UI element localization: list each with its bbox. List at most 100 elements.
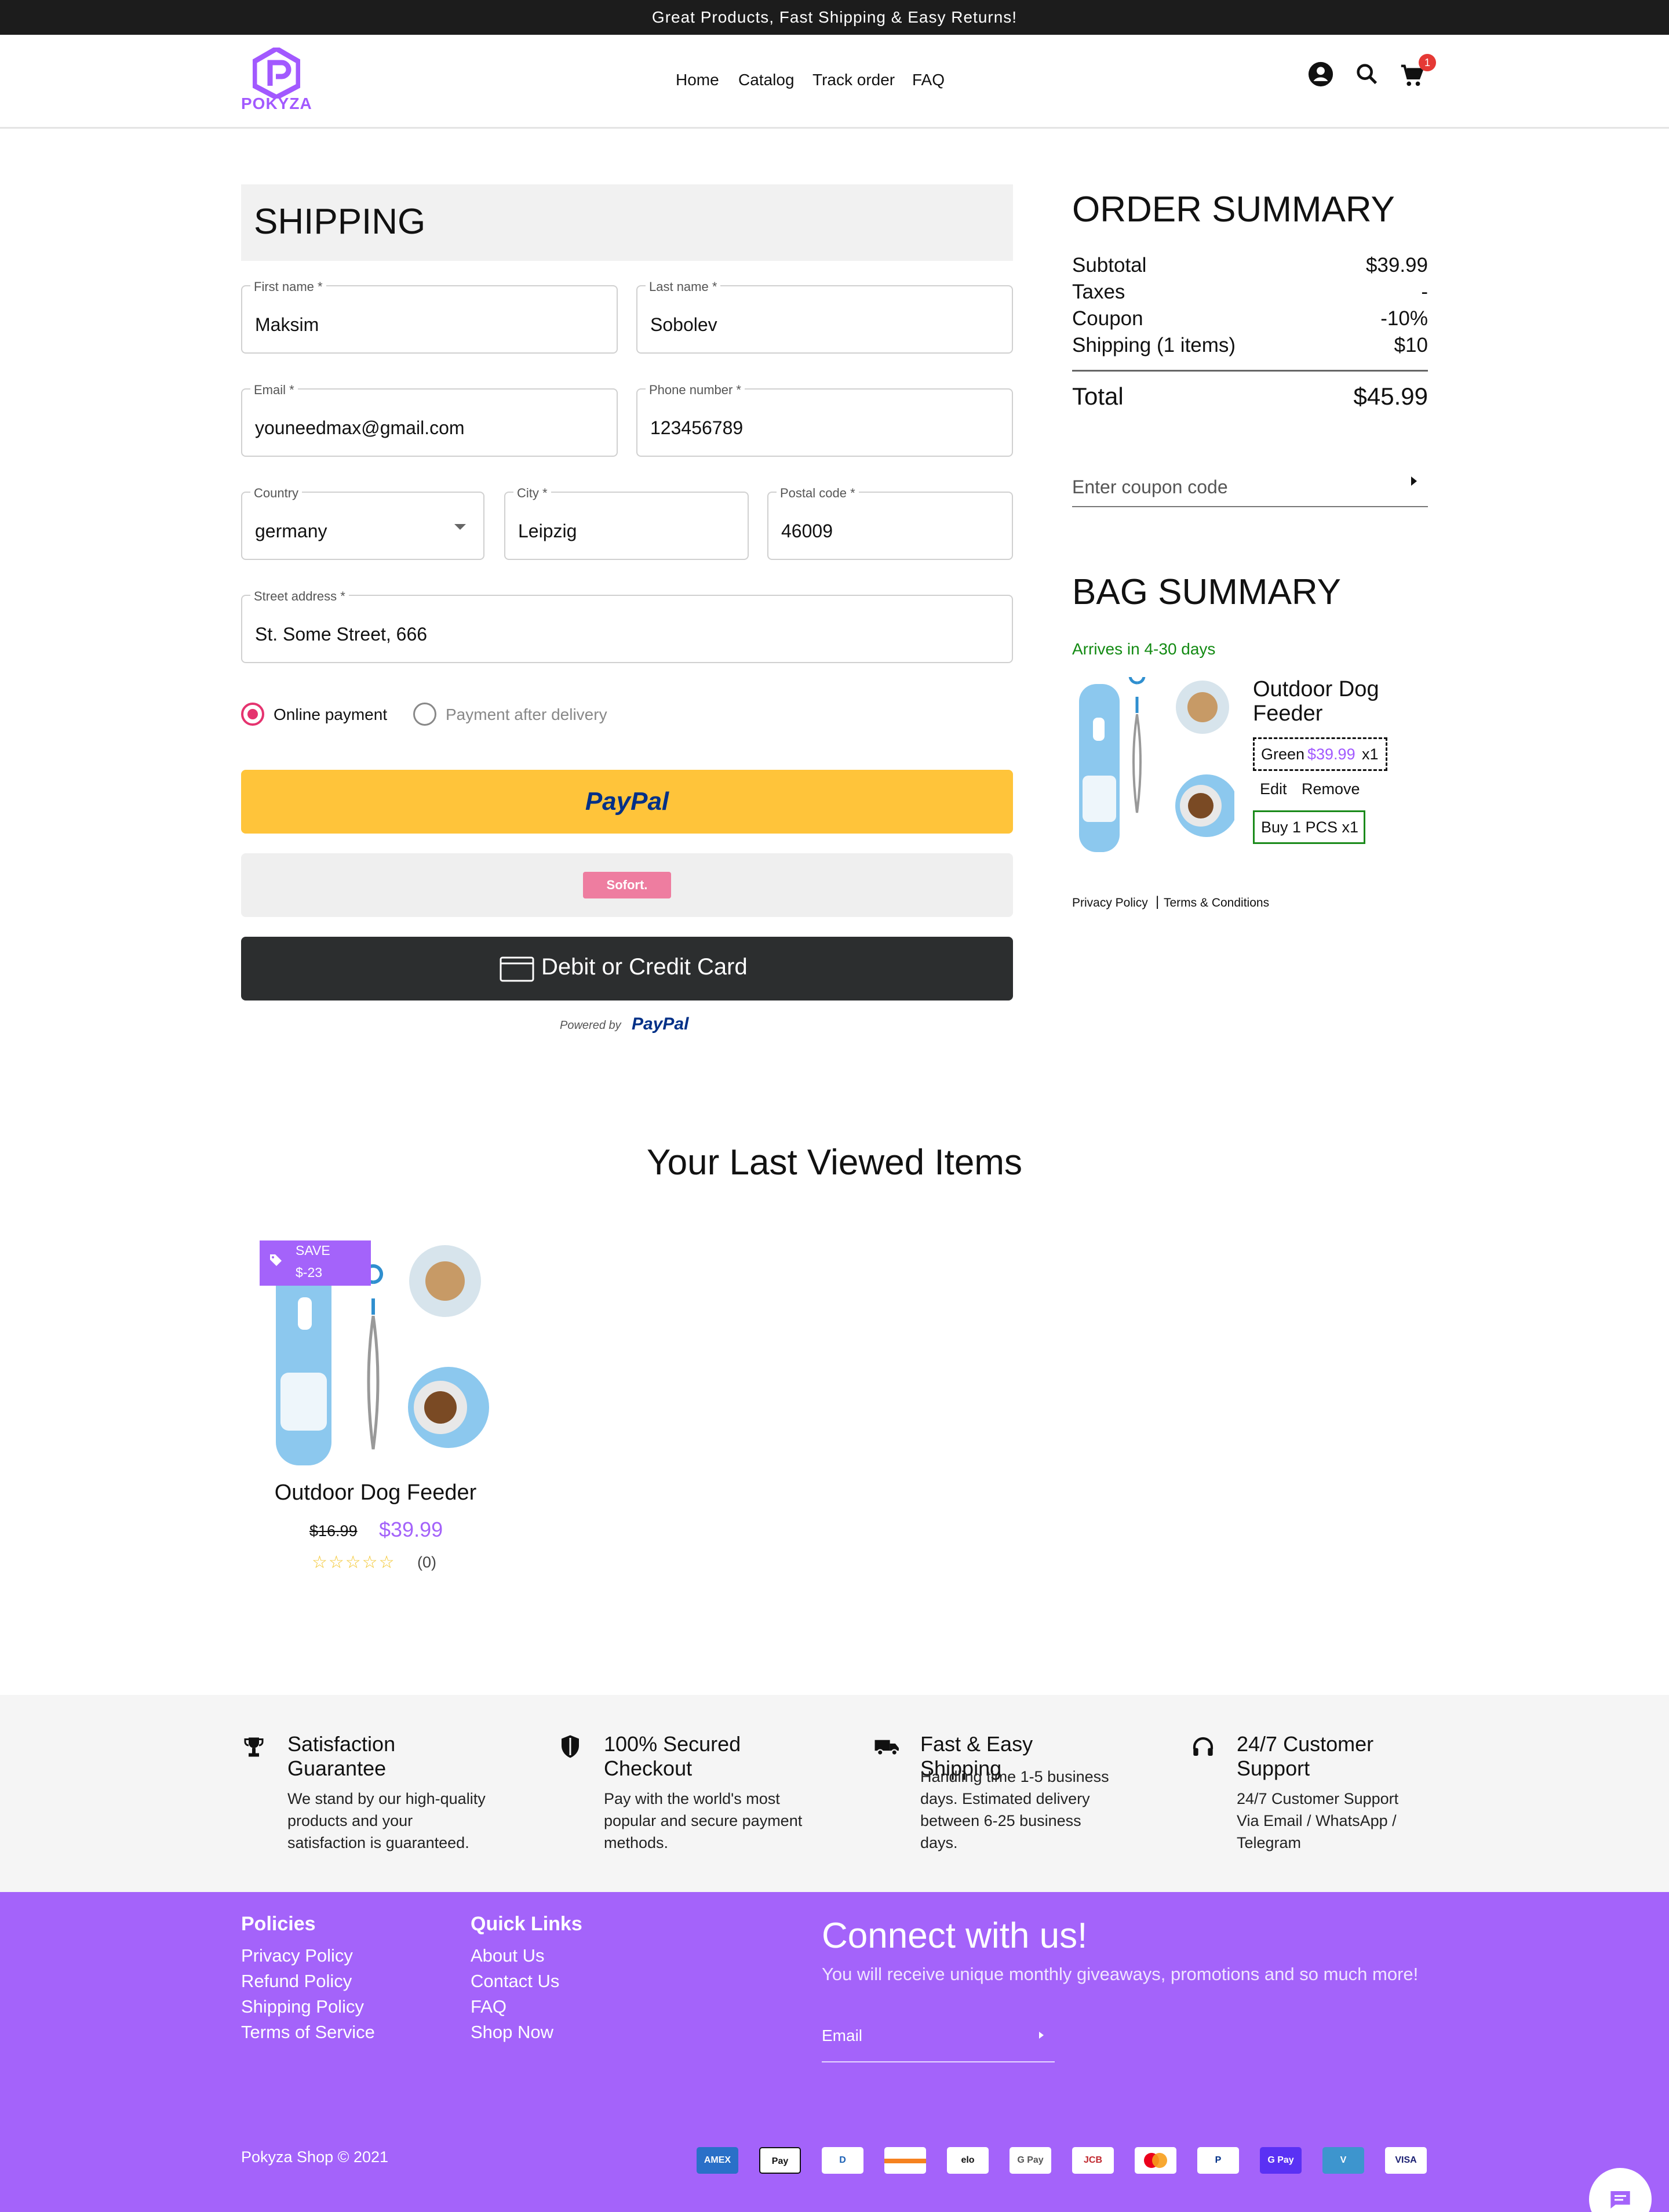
taxes-value: - xyxy=(1421,281,1428,303)
footer-faq-link[interactable]: FAQ xyxy=(471,1994,506,2020)
account-circle-icon[interactable] xyxy=(1307,61,1334,90)
newsletter-submit-arrow-icon[interactable] xyxy=(1037,2029,1045,2044)
venmo-icon: V xyxy=(1322,2147,1364,2174)
subtotal-label: Subtotal xyxy=(1072,254,1147,276)
online-payment-radio[interactable] xyxy=(241,703,264,726)
nav-track-order[interactable]: Track order xyxy=(812,71,895,89)
feature-secured-title: 100% Secured Checkout xyxy=(604,1732,741,1780)
amex-icon: AMEX xyxy=(697,2147,738,2174)
review-count: (0) xyxy=(417,1554,436,1571)
powered-by-text: Powered by xyxy=(560,1019,621,1032)
footer-privacy-policy-link[interactable]: Privacy Policy xyxy=(241,1943,353,1969)
street-address-value[interactable]: St. Some Street, 666 xyxy=(255,624,427,645)
announcement-bar: Great Products, Fast Shipping & Easy Ret… xyxy=(0,0,1669,35)
feature-secured-desc: Pay with the world's most popular and se… xyxy=(604,1790,803,1851)
bag-item-image[interactable] xyxy=(1072,667,1238,858)
google-pay-icon: G Pay xyxy=(1010,2147,1051,2174)
footer-refund-policy-link[interactable]: Refund Policy xyxy=(241,1969,352,1994)
coupon-underline xyxy=(1072,506,1428,507)
order-summary-title: ORDER SUMMARY xyxy=(1072,190,1395,230)
coupon-value: -10% xyxy=(1380,307,1428,330)
remove-item-link[interactable]: Remove xyxy=(1302,780,1360,798)
newsletter-underline xyxy=(822,2061,1055,2062)
bag-summary-title: BAG SUMMARY xyxy=(1072,572,1341,612)
policies-title: Policies xyxy=(241,1913,316,1935)
privacy-policy-link[interactable]: Privacy Policy xyxy=(1072,896,1148,910)
footer-terms-link[interactable]: Terms of Service xyxy=(241,2020,375,2045)
payment-after-delivery-label[interactable]: Payment after delivery xyxy=(446,705,607,724)
feature-support-desc: 24/7 Customer Support Via Email / WhatsA… xyxy=(1237,1790,1399,1851)
quick-links-title: Quick Links xyxy=(471,1913,582,1935)
footer-about-link[interactable]: About Us xyxy=(471,1943,545,1969)
jcb-icon: JCB xyxy=(1072,2147,1114,2174)
bundle-label: Buy 1 PCS x1 xyxy=(1261,818,1359,836)
visa-icon: VISA xyxy=(1385,2147,1427,2174)
elo-icon: elo xyxy=(947,2147,989,2174)
footer-contact-link[interactable]: Contact Us xyxy=(471,1969,559,1994)
sofort-logo: Sofort. xyxy=(583,872,671,898)
newsletter-email-input[interactable]: Email xyxy=(822,2027,862,2045)
paypal-icon: P xyxy=(1197,2147,1239,2174)
paypal-logo: PayPal xyxy=(585,787,669,816)
feature-shipping-desc: Handling time 1-5 business days. Estimat… xyxy=(920,1768,1109,1851)
nav-faq[interactable]: FAQ xyxy=(912,71,945,89)
arrives-text: Arrives in 4-30 days xyxy=(1072,640,1216,658)
postal-code-value[interactable]: 46009 xyxy=(781,521,833,542)
mastercard-icon xyxy=(1135,2147,1176,2174)
logo-text: POKYZA xyxy=(241,94,312,112)
product-old-price: $16.99 xyxy=(309,1522,358,1540)
save-amount: $-23 xyxy=(296,1265,323,1280)
coupon-submit-arrow-icon[interactable] xyxy=(1409,474,1419,491)
last-viewed-title: Your Last Viewed Items xyxy=(647,1143,1022,1183)
last-name-value[interactable]: Sobolev xyxy=(650,314,717,336)
diners-club-icon: D xyxy=(822,2147,863,2174)
search-icon[interactable] xyxy=(1354,61,1380,90)
paypal-button[interactable]: PayPal xyxy=(241,770,1013,834)
footer-shop-now-link[interactable]: Shop Now xyxy=(471,2020,553,2045)
save-label: SAVE xyxy=(296,1243,330,1258)
feature-satisfaction-title: Satisfaction Guarantee xyxy=(287,1732,396,1780)
phone-value[interactable]: 123456789 xyxy=(650,417,743,439)
feature-support-title: 24/7 Customer Support xyxy=(1237,1732,1374,1780)
postal-code-label: Postal code * xyxy=(777,486,859,501)
connect-subtitle: You will receive unique monthly giveaway… xyxy=(822,1964,1419,1984)
taxes-label: Taxes xyxy=(1072,281,1125,303)
email-label: Email * xyxy=(250,383,298,398)
subtotal-value: $39.99 xyxy=(1365,254,1428,276)
logo-icon[interactable] xyxy=(252,45,301,101)
credit-card-icon xyxy=(500,956,534,985)
tag-icon xyxy=(269,1253,283,1270)
city-label: City * xyxy=(513,486,551,501)
total-value: $45.99 xyxy=(1353,383,1428,410)
online-payment-label[interactable]: Online payment xyxy=(274,705,387,724)
nav-home[interactable]: Home xyxy=(676,71,719,89)
first-name-value[interactable]: Maksim xyxy=(255,314,319,336)
email-value[interactable]: youneedmax@gmail.com xyxy=(255,417,465,439)
last-name-label: Last name * xyxy=(646,279,721,294)
bag-item-name[interactable]: Outdoor Dog Feeder xyxy=(1253,677,1404,726)
chat-icon xyxy=(1609,2189,1632,2212)
city-value[interactable]: Leipzig xyxy=(518,521,577,542)
footer-shipping-policy-link[interactable]: Shipping Policy xyxy=(241,1994,364,2020)
product-card-name[interactable]: Outdoor Dog Feeder xyxy=(260,1480,491,1505)
feature-satisfaction-desc: We stand by our high-quality products an… xyxy=(287,1790,486,1851)
trophy-icon xyxy=(243,1736,264,1762)
copyright-text: Pokyza Shop © 2021 xyxy=(241,2148,389,2166)
dropdown-arrow-icon[interactable] xyxy=(453,523,467,534)
links-separator: | xyxy=(1156,894,1160,909)
headset-icon xyxy=(1191,1736,1215,1762)
country-value[interactable]: germany xyxy=(255,521,327,542)
terms-conditions-link[interactable]: Terms & Conditions xyxy=(1164,896,1269,910)
debit-credit-card-button[interactable]: Debit or Credit Card xyxy=(241,937,1013,1001)
edit-item-link[interactable]: Edit xyxy=(1260,780,1287,798)
total-label: Total xyxy=(1072,383,1124,410)
payment-after-delivery-radio[interactable] xyxy=(413,703,436,726)
rating-stars-icon: ☆☆☆☆☆ xyxy=(312,1553,396,1572)
bag-item-variant: Green xyxy=(1261,745,1305,763)
shipping-title: SHIPPING xyxy=(254,202,426,242)
street-address-label: Street address * xyxy=(250,589,349,604)
coupon-input[interactable]: Enter coupon code xyxy=(1072,476,1228,498)
summary-divider xyxy=(1072,370,1428,372)
shop-pay-icon: G Pay xyxy=(1260,2147,1302,2174)
nav-catalog[interactable]: Catalog xyxy=(738,71,795,89)
